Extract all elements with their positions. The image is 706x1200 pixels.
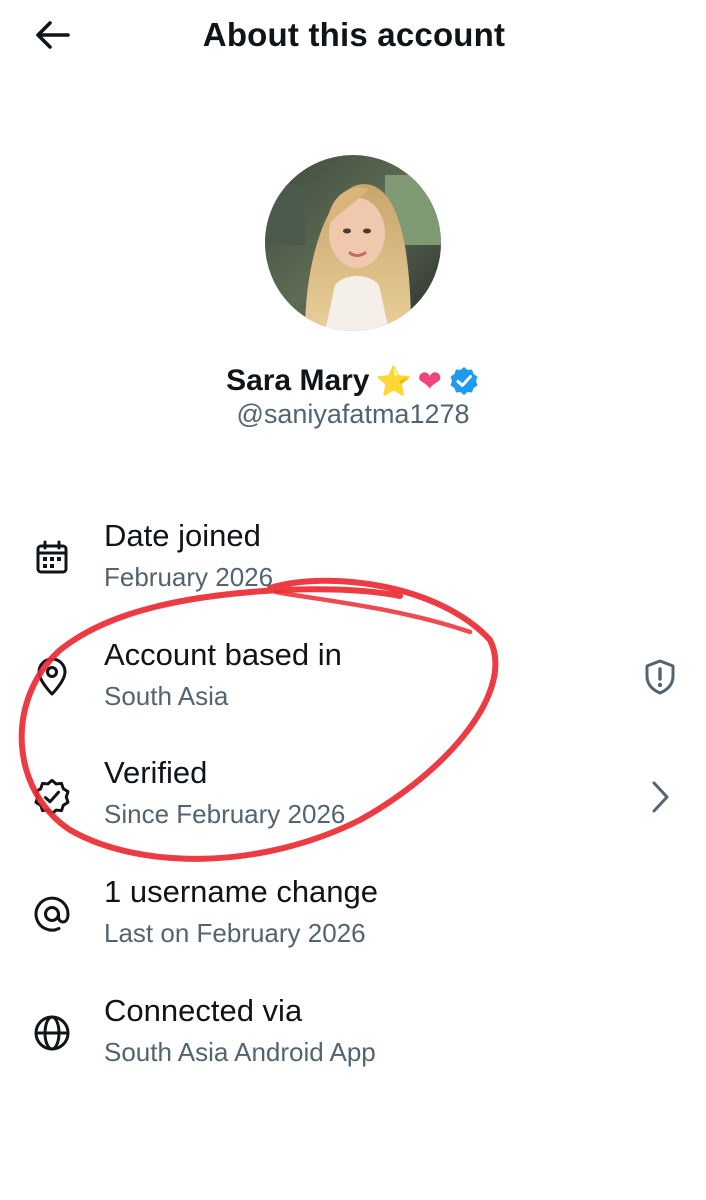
heart-emoji: ❤ — [417, 363, 442, 398]
shield-exclamation-icon[interactable] — [638, 655, 682, 699]
star-emoji: ⭐ — [375, 363, 412, 398]
verified-row[interactable]: Verified Since February 2026 — [0, 755, 706, 865]
row-value: February 2026 — [104, 562, 274, 592]
row-value: Last on February 2026 — [104, 918, 366, 948]
row-label: 1 username change — [104, 874, 379, 909]
verified-badge-icon — [448, 365, 480, 397]
page-title: About this account — [202, 16, 506, 53]
row-label: Date joined — [104, 518, 261, 553]
date-joined-row: Date joined February 2026 — [0, 518, 706, 628]
row-label: Account based in — [104, 637, 342, 672]
chevron-right-icon[interactable] — [638, 775, 682, 819]
row-value: Since February 2026 — [104, 799, 346, 829]
row-label: Connected via — [104, 993, 303, 1028]
profile-avatar[interactable] — [265, 155, 441, 331]
display-name-row: Sara Mary ⭐ ❤ — [0, 360, 706, 402]
display-name: Sara Mary — [226, 364, 370, 397]
row-label: Verified — [104, 755, 208, 790]
verified-badge-outline-icon — [30, 775, 74, 819]
location-pin-icon — [30, 655, 74, 699]
username-change-row: 1 username change Last on February 2026 — [0, 874, 706, 984]
account-based-in-row[interactable]: Account based in South Asia — [0, 637, 706, 747]
globe-icon — [30, 1011, 74, 1055]
row-value: South Asia — [104, 681, 229, 711]
connected-via-row: Connected via South Asia Android App — [0, 993, 706, 1103]
about-account-screen: About this account Sara Mary ⭐ ❤ @saniya… — [0, 0, 706, 1200]
at-sign-icon — [30, 892, 74, 936]
profile-handle: @saniyafatma1278 — [236, 399, 470, 429]
calendar-icon — [30, 536, 74, 580]
row-value: South Asia Android App — [104, 1037, 376, 1067]
